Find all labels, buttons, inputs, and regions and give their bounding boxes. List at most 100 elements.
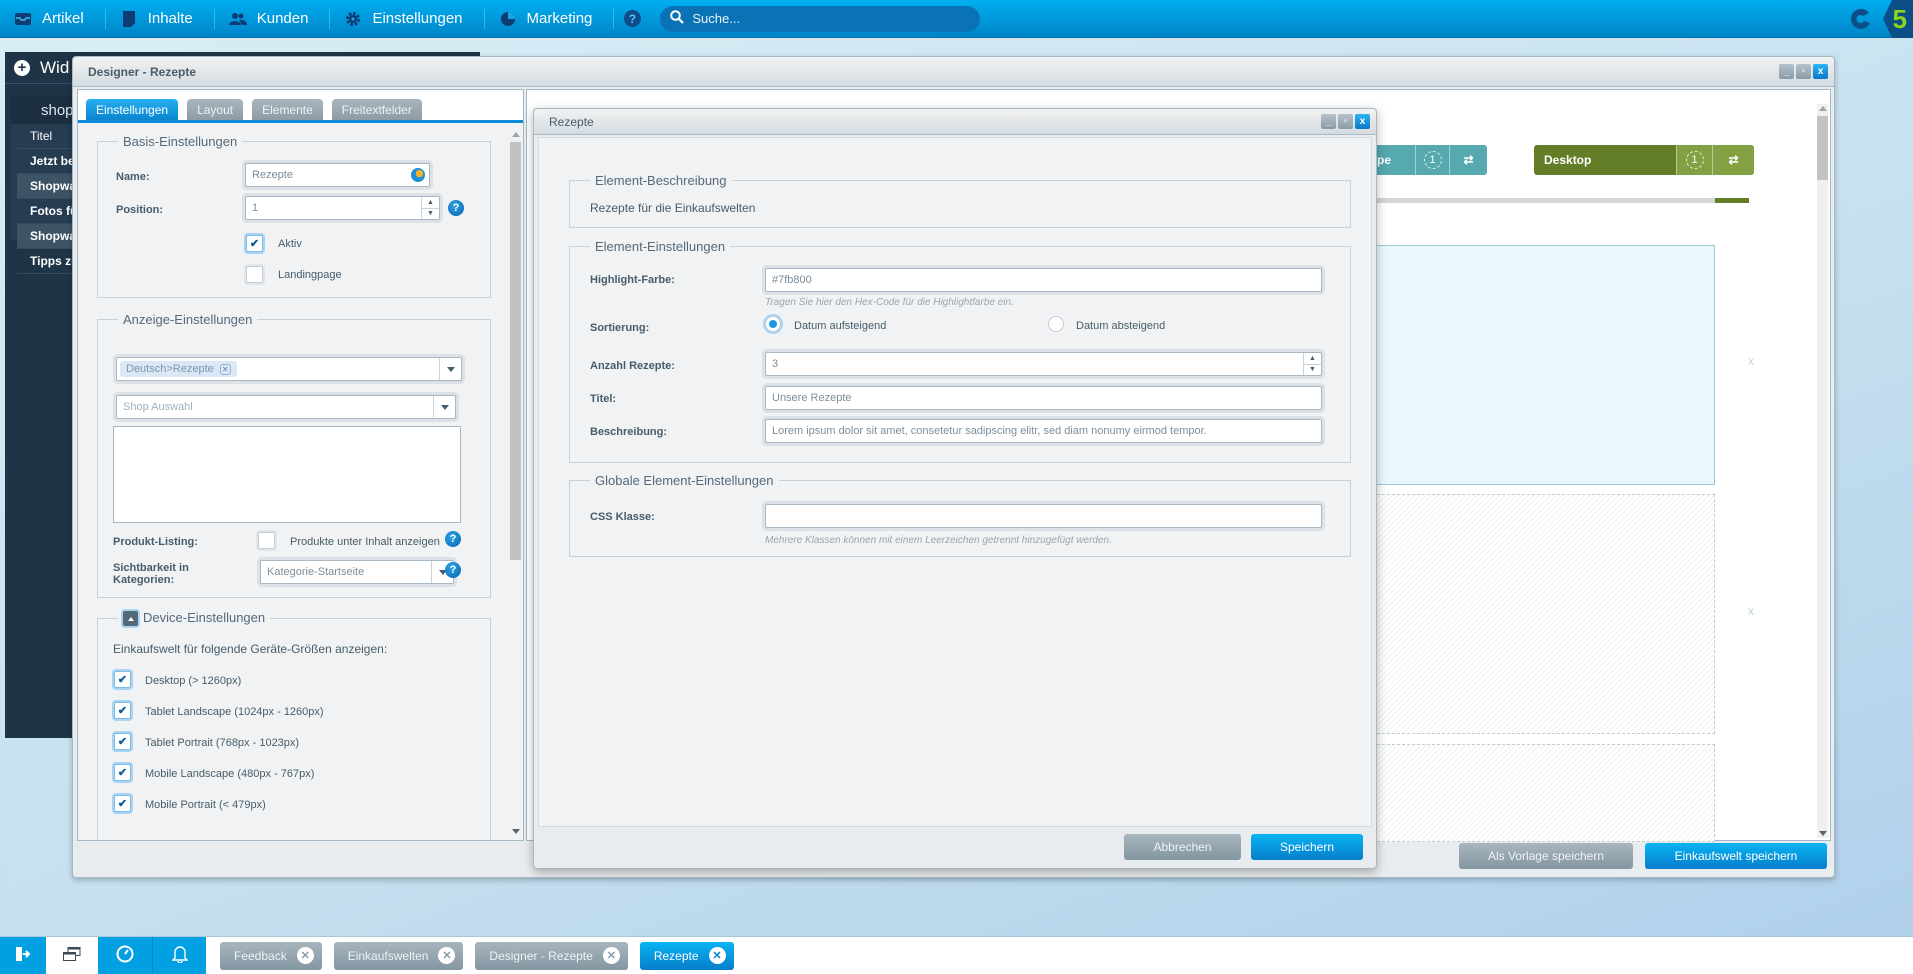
maximize-icon[interactable]: ▫ xyxy=(1338,114,1353,129)
scroll-thumb[interactable] xyxy=(1817,116,1828,180)
aktiv-checkbox[interactable]: ✔ xyxy=(246,235,263,252)
beschreibung-label: Beschreibung: xyxy=(590,426,668,438)
save-button[interactable]: Speichern xyxy=(1251,834,1363,860)
taskbar-tab-einkaufswelten[interactable]: Einkaufswelten ✕ xyxy=(333,941,464,970)
chevron-down-icon[interactable] xyxy=(439,358,461,380)
help-icon[interactable]: ? xyxy=(445,562,461,578)
scroll-down-icon[interactable] xyxy=(1819,831,1827,836)
device-chip-desktop[interactable]: Desktop 1 ⇄ xyxy=(1534,145,1754,175)
scroll-down-icon[interactable] xyxy=(512,829,520,834)
search-field[interactable] xyxy=(660,5,981,32)
device-checkbox-desktop[interactable]: ✔ xyxy=(114,671,131,688)
close-icon[interactable]: x xyxy=(1355,114,1370,129)
menu-kunden[interactable]: Kunden xyxy=(215,0,331,38)
device-checkbox-tablet-portrait[interactable]: ✔ xyxy=(114,733,131,750)
settings-scrollbar[interactable] xyxy=(510,130,521,836)
titel-input[interactable] xyxy=(772,392,1321,404)
chevron-down-icon[interactable] xyxy=(433,396,455,418)
search-input[interactable] xyxy=(692,11,963,26)
scroll-up-icon[interactable] xyxy=(1819,106,1827,111)
minimize-icon[interactable]: _ xyxy=(1779,64,1794,79)
collapse-icon[interactable] xyxy=(123,611,138,627)
close-icon[interactable]: x xyxy=(1813,64,1828,79)
cancel-button[interactable]: Abbrechen xyxy=(1124,834,1241,860)
beschreibung-field[interactable] xyxy=(765,419,1322,443)
device-label: Tablet Portrait (768px - 1023px) xyxy=(145,737,300,749)
position-stepper[interactable]: ▲ ▼ xyxy=(245,196,440,220)
taskbar-tab-feedback[interactable]: Feedback ✕ xyxy=(220,941,322,970)
save-einkaufswelt-button[interactable]: Einkaufswelt speichern xyxy=(1645,843,1827,869)
close-icon[interactable]: ✕ xyxy=(708,947,726,964)
remove-row-icon[interactable]: x xyxy=(1748,354,1754,368)
name-input[interactable] xyxy=(252,169,429,181)
css-class-label: CSS Klasse: xyxy=(590,511,655,523)
taskbar-tab-rezepte[interactable]: Rezepte ✕ xyxy=(639,941,734,970)
translate-globe-icon[interactable] xyxy=(411,168,425,182)
element-window-header[interactable]: Rezepte xyxy=(534,109,1376,135)
notifications-button[interactable] xyxy=(152,936,206,974)
viewport-range-track xyxy=(1347,198,1715,203)
maximize-icon[interactable]: ▫ xyxy=(1796,64,1811,79)
device-checkbox-mobile-landscape[interactable]: ✔ xyxy=(114,764,131,781)
sichtbarkeit-select[interactable] xyxy=(260,560,454,584)
menu-marketing[interactable]: Marketing xyxy=(485,0,615,38)
canvas-element-rezepte[interactable] xyxy=(1347,245,1715,485)
category-tagfield[interactable]: Deutsch>Rezepte ✕ xyxy=(116,357,462,381)
anzahl-stepper[interactable]: ▲ ▼ xyxy=(765,352,1322,376)
titel-field[interactable] xyxy=(765,386,1322,410)
css-class-input[interactable] xyxy=(772,510,1321,522)
logout-button[interactable] xyxy=(0,936,46,974)
remove-row-icon[interactable]: x xyxy=(1748,604,1754,618)
scroll-up-icon[interactable] xyxy=(512,132,520,137)
help-button[interactable]: ? xyxy=(614,10,650,27)
beschreibung-input[interactable] xyxy=(772,425,1321,437)
spin-up-icon[interactable]: ▲ xyxy=(422,197,439,208)
spin-up-icon[interactable]: ▲ xyxy=(1304,353,1321,364)
add-widget-icon[interactable]: + xyxy=(14,59,30,76)
sort-radio-aufsteigend[interactable] xyxy=(765,316,781,332)
sichtbarkeit-input[interactable] xyxy=(267,566,453,578)
viewport-range-fill[interactable] xyxy=(1715,198,1749,203)
close-icon[interactable]: ✕ xyxy=(296,947,314,964)
close-icon[interactable]: ✕ xyxy=(438,947,456,964)
tab-einstellungen[interactable]: Einstellungen xyxy=(86,99,179,120)
tab-layout[interactable]: Layout xyxy=(187,99,244,120)
produkt-listing-checkbox[interactable] xyxy=(258,532,275,549)
device-chip-toggle-icon[interactable]: ⇄ xyxy=(1712,145,1754,175)
device-checkbox-mobile-portrait[interactable]: ✔ xyxy=(114,795,131,812)
canvas-scrollbar[interactable] xyxy=(1817,104,1828,838)
device-chip-toggle-icon[interactable]: ⇄ xyxy=(1449,145,1487,175)
remove-tag-icon[interactable]: ✕ xyxy=(219,363,231,375)
highlight-input[interactable] xyxy=(772,274,1321,286)
position-input[interactable] xyxy=(252,202,439,214)
designer-window-header[interactable]: Designer - Rezepte xyxy=(73,57,1834,87)
help-icon[interactable]: ? xyxy=(448,200,464,216)
device-checkbox-tablet-landscape[interactable]: ✔ xyxy=(114,702,131,719)
menu-artikel[interactable]: Artikel xyxy=(0,0,106,38)
canvas-empty-row[interactable] xyxy=(1347,494,1715,734)
close-icon[interactable]: ✕ xyxy=(602,947,620,964)
name-field[interactable] xyxy=(245,163,430,187)
spin-down-icon[interactable]: ▼ xyxy=(422,207,439,220)
minimize-icon[interactable]: _ xyxy=(1321,114,1336,129)
menu-inhalte[interactable]: Inhalte xyxy=(106,0,215,38)
taskbar-tab-designer[interactable]: Designer - Rezepte ✕ xyxy=(475,941,628,970)
scroll-thumb[interactable] xyxy=(510,142,521,560)
css-class-field[interactable] xyxy=(765,504,1322,528)
tab-elemente[interactable]: Elemente xyxy=(252,99,323,120)
dashboard-button[interactable] xyxy=(98,936,152,974)
sort-radio-absteigend[interactable] xyxy=(1048,316,1064,332)
canvas-empty-row[interactable] xyxy=(1347,744,1715,842)
windows-button[interactable] xyxy=(46,936,98,974)
anzahl-input[interactable] xyxy=(772,358,1321,370)
landingpage-checkbox[interactable] xyxy=(246,266,263,283)
spin-down-icon[interactable]: ▼ xyxy=(1304,363,1321,376)
highlight-field[interactable] xyxy=(765,268,1322,292)
menu-einstellungen[interactable]: Einstellungen xyxy=(330,0,485,38)
shop-list[interactable] xyxy=(113,426,461,523)
shop-select-input[interactable] xyxy=(123,401,455,413)
save-template-button[interactable]: Als Vorlage speichern xyxy=(1459,843,1633,869)
tab-freitextfelder[interactable]: Freitextfelder xyxy=(331,99,422,120)
shop-select[interactable] xyxy=(116,395,456,419)
help-icon[interactable]: ? xyxy=(445,531,461,547)
